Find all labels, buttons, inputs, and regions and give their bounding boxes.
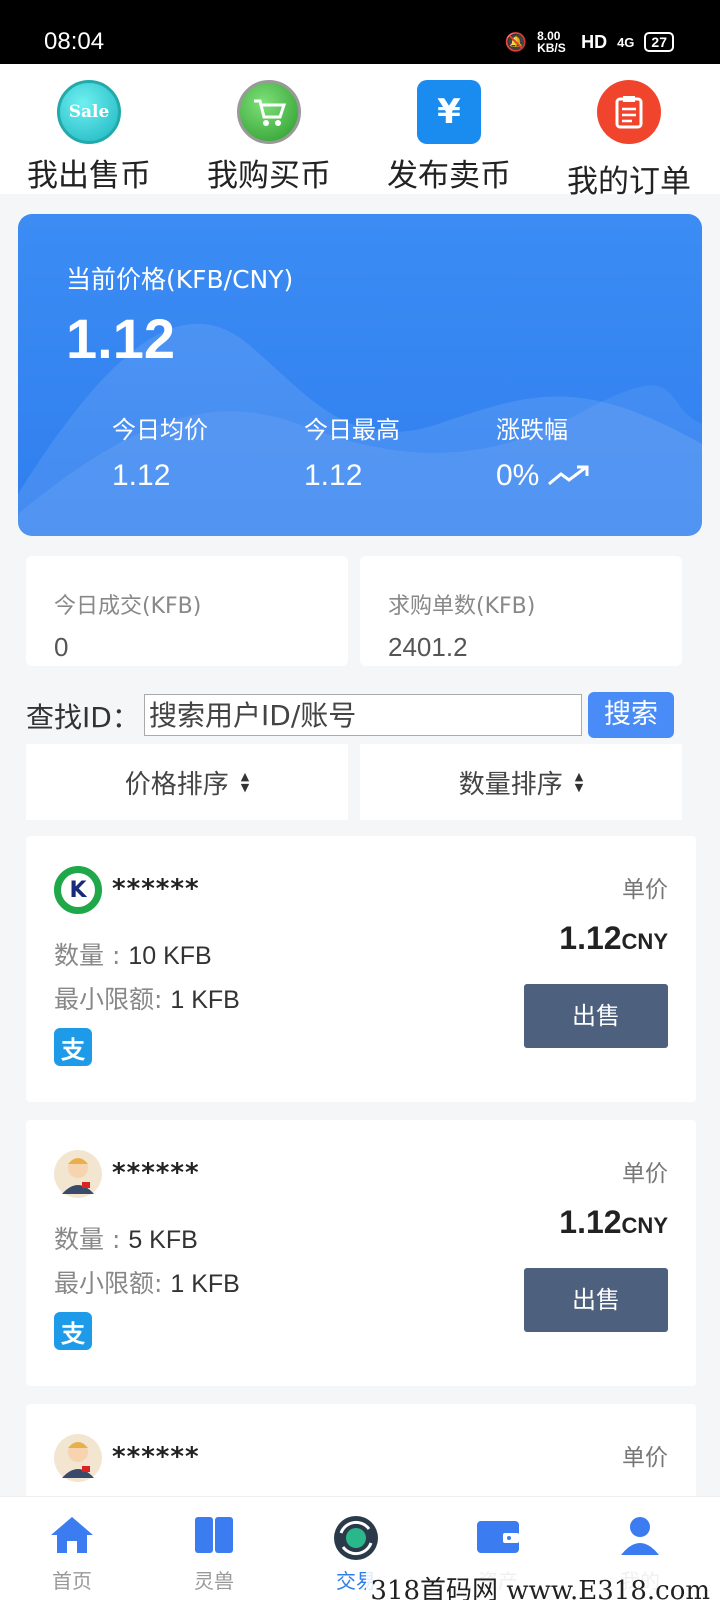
sort-label: 数量排序	[458, 769, 563, 800]
hd-label: HD	[581, 31, 608, 52]
book-icon	[195, 1517, 233, 1553]
sort-arrows-icon: ▲ ▼	[574, 770, 584, 794]
unit-price-label: 单价	[622, 877, 668, 903]
sort-arrows-icon: ▲ ▼	[240, 770, 250, 794]
search-bar: 查找ID： 搜索	[26, 692, 696, 738]
info-label: 求购单数(KFB)	[388, 594, 536, 619]
trend-up-icon	[548, 465, 589, 486]
min-limit-row: 最小限额: 1 KFB	[54, 985, 240, 1014]
listing-card: ****** 单价	[26, 1404, 696, 1504]
quantity-row: 数量 : 10 KFB	[54, 941, 212, 970]
top-nav: Sale 我出售币 我购买币 ¥ 发布卖币 我的订单	[0, 64, 720, 200]
nav-my-orders[interactable]: 我的订单	[544, 80, 714, 201]
current-price: 1.12	[66, 307, 175, 370]
nav-my-sell[interactable]: Sale 我出售币	[4, 80, 174, 195]
home-icon	[51, 1517, 93, 1553]
status-bar: 08:04 🔕 8.00 KB/S HD 4G 27	[0, 0, 720, 64]
seller-name: ******	[112, 1158, 200, 1188]
sort-by-price[interactable]: 价格排序 ▲ ▼	[26, 744, 348, 820]
price-title: 当前价格(KFB/CNY)	[66, 265, 294, 294]
avatar: K	[54, 866, 102, 914]
stat-label: 今日最高	[304, 416, 400, 444]
exchange-icon	[334, 1516, 378, 1560]
search-button[interactable]: 搜索	[588, 692, 674, 738]
sort-label: 价格排序	[124, 769, 229, 800]
listing-card: ****** 数量 : 5 KFB 最小限额: 1 KFB 支 单价 1.12C…	[26, 1120, 696, 1386]
listing-card: K ****** 数量 : 10 KFB 最小限额: 1 KFB 支 单价 1.…	[26, 836, 696, 1102]
stat-value: 0%	[496, 459, 591, 493]
nav-label: 我的订单	[567, 164, 691, 200]
net-speed: 8.00 KB/S	[537, 29, 566, 55]
status-icons: 🔕 8.00 KB/S HD 4G 27	[505, 30, 674, 54]
mute-icon: 🔕	[504, 31, 528, 52]
search-input[interactable]	[144, 694, 582, 736]
sell-button[interactable]: 出售	[524, 1268, 668, 1332]
avatar	[54, 1434, 102, 1482]
tab-spirit-beast[interactable]: 灵兽	[164, 1515, 264, 1594]
watermark: 318首码网 www.E318.com	[366, 1570, 714, 1600]
search-label: 查找ID：	[26, 701, 140, 734]
tab-home[interactable]: 首页	[22, 1515, 122, 1594]
avatar	[54, 1150, 102, 1198]
unit-price: 1.12CNY	[559, 920, 668, 956]
stat-label: 涨跌幅	[496, 416, 568, 444]
sale-icon: Sale	[57, 80, 121, 144]
stat-avg: 今日均价 1.12	[112, 410, 208, 493]
wallet-icon	[477, 1521, 519, 1553]
stat-label: 今日均价	[112, 416, 208, 444]
today-volume-box: 今日成交(KFB) 0	[26, 556, 348, 666]
yen-publish-icon: ¥	[417, 80, 481, 144]
stat-change: 涨跌幅 0%	[496, 410, 591, 493]
price-card: 当前价格(KFB/CNY) 1.12 今日均价 1.12 今日最高 1.12 涨…	[18, 214, 702, 536]
unit-price-label: 单价	[622, 1161, 668, 1187]
quantity-row: 数量 : 5 KFB	[54, 1225, 198, 1254]
min-limit-row: 最小限额: 1 KFB	[54, 1269, 240, 1298]
stat-value: 1.12	[304, 459, 363, 492]
unit-price: 1.12CNY	[559, 1204, 668, 1240]
sort-bar: 价格排序 ▲ ▼ 数量排序 ▲ ▼	[26, 744, 696, 820]
user-icon	[621, 1517, 659, 1555]
nav-label: 我购买币	[207, 158, 331, 194]
tab-label: 首页	[52, 1569, 92, 1593]
nav-publish-sell[interactable]: ¥ 发布卖币	[364, 80, 534, 195]
alipay-icon: 支	[54, 1028, 92, 1066]
nav-label: 发布卖币	[387, 158, 511, 194]
tab-label: 灵兽	[194, 1569, 234, 1593]
sell-button[interactable]: 出售	[524, 984, 668, 1048]
seller-name: ******	[112, 1442, 200, 1472]
stat-value: 1.12	[112, 459, 171, 492]
status-time: 08:04	[44, 28, 105, 55]
signal-icon: 4G	[617, 34, 635, 50]
clipboard-icon	[597, 80, 661, 144]
alipay-icon: 支	[54, 1312, 92, 1350]
unit-price-label: 单价	[622, 1445, 668, 1471]
stat-high: 今日最高 1.12	[304, 410, 400, 493]
nav-my-buy[interactable]: 我购买币	[184, 80, 354, 195]
info-value: 0	[54, 632, 69, 662]
nav-label: 我出售币	[27, 158, 151, 194]
sort-by-quantity[interactable]: 数量排序 ▲ ▼	[360, 744, 682, 820]
cart-icon	[237, 80, 301, 144]
info-value: 2401.2	[388, 632, 468, 662]
buy-orders-box: 求购单数(KFB) 2401.2	[360, 556, 682, 666]
battery-icon: 27	[644, 32, 674, 52]
info-label: 今日成交(KFB)	[54, 594, 202, 619]
seller-name: ******	[112, 874, 200, 904]
